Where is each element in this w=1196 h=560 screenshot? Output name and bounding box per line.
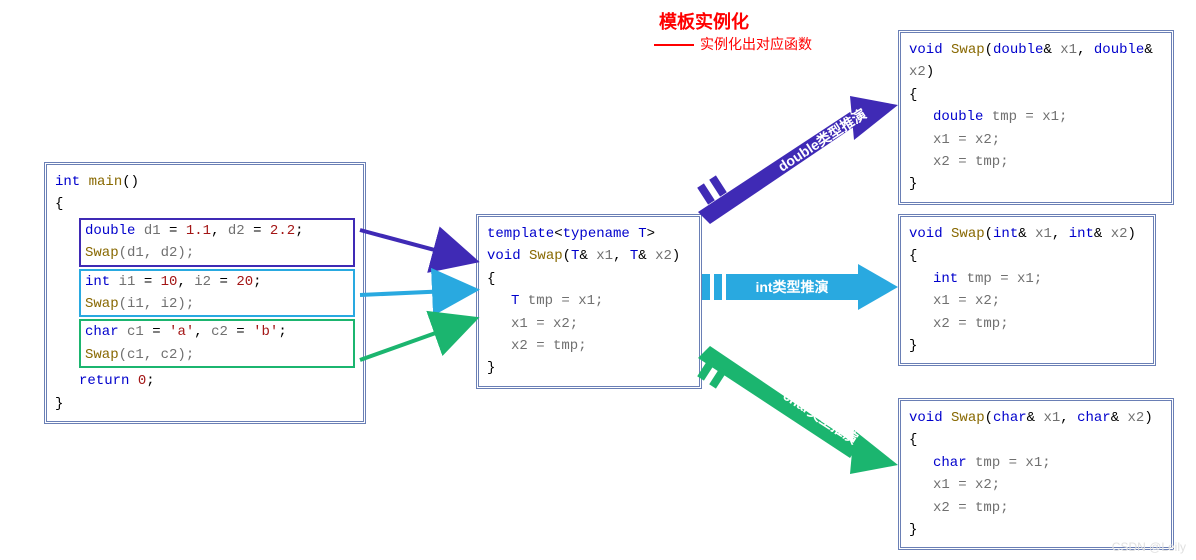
inst-char-box: void Swap(char& x1, char& x2) { char tmp… bbox=[898, 398, 1174, 550]
template-code-box: template<typename T> void Swap(T& x1, T&… bbox=[476, 214, 702, 389]
main-code-box: int main() { double d1 = 1.1, d2 = 2.2; … bbox=[44, 162, 366, 424]
template-sig: void Swap(T& x1, T& x2) bbox=[487, 245, 691, 267]
inst-double-box: void Swap(double& x1, double& x2) { doub… bbox=[898, 30, 1174, 205]
watermark: CSDN @Leily bbox=[1112, 540, 1186, 554]
title-main: 模板实例化 bbox=[659, 8, 749, 34]
brace-close: } bbox=[55, 393, 355, 415]
main-signature: int main() bbox=[55, 171, 355, 193]
return-line: return 0; bbox=[79, 370, 355, 392]
arrow-main-to-template-char bbox=[360, 320, 472, 360]
template-decl: template<typename T> bbox=[487, 223, 691, 245]
brace-open: { bbox=[55, 193, 355, 215]
arrow-char-label: char类型推演 bbox=[780, 387, 860, 447]
arrow-double-label: double类型推演 bbox=[775, 106, 869, 175]
arrow-main-to-template-double bbox=[360, 230, 472, 260]
arrow-int-label: int类型推演 bbox=[755, 279, 828, 295]
title-line-icon bbox=[654, 44, 694, 46]
double-block: double d1 = 1.1, d2 = 2.2; Swap(d1, d2); bbox=[79, 218, 355, 267]
title-sub: 实例化出对应函数 bbox=[654, 34, 812, 54]
arrow-double-deduce: double类型推演 bbox=[697, 96, 898, 224]
inst-int-box: void Swap(int& x1, int& x2) { int tmp = … bbox=[898, 214, 1156, 366]
arrow-char-deduce: char类型推演 bbox=[697, 346, 898, 474]
arrow-main-to-template-int bbox=[360, 290, 472, 295]
arrow-int-deduce: int类型推演 bbox=[702, 264, 898, 310]
title-sub-text: 实例化出对应函数 bbox=[700, 36, 812, 52]
char-block: char c1 = 'a', c2 = 'b'; Swap(c1, c2); bbox=[79, 319, 355, 368]
int-block: int i1 = 10, i2 = 20; Swap(i1, i2); bbox=[79, 269, 355, 318]
